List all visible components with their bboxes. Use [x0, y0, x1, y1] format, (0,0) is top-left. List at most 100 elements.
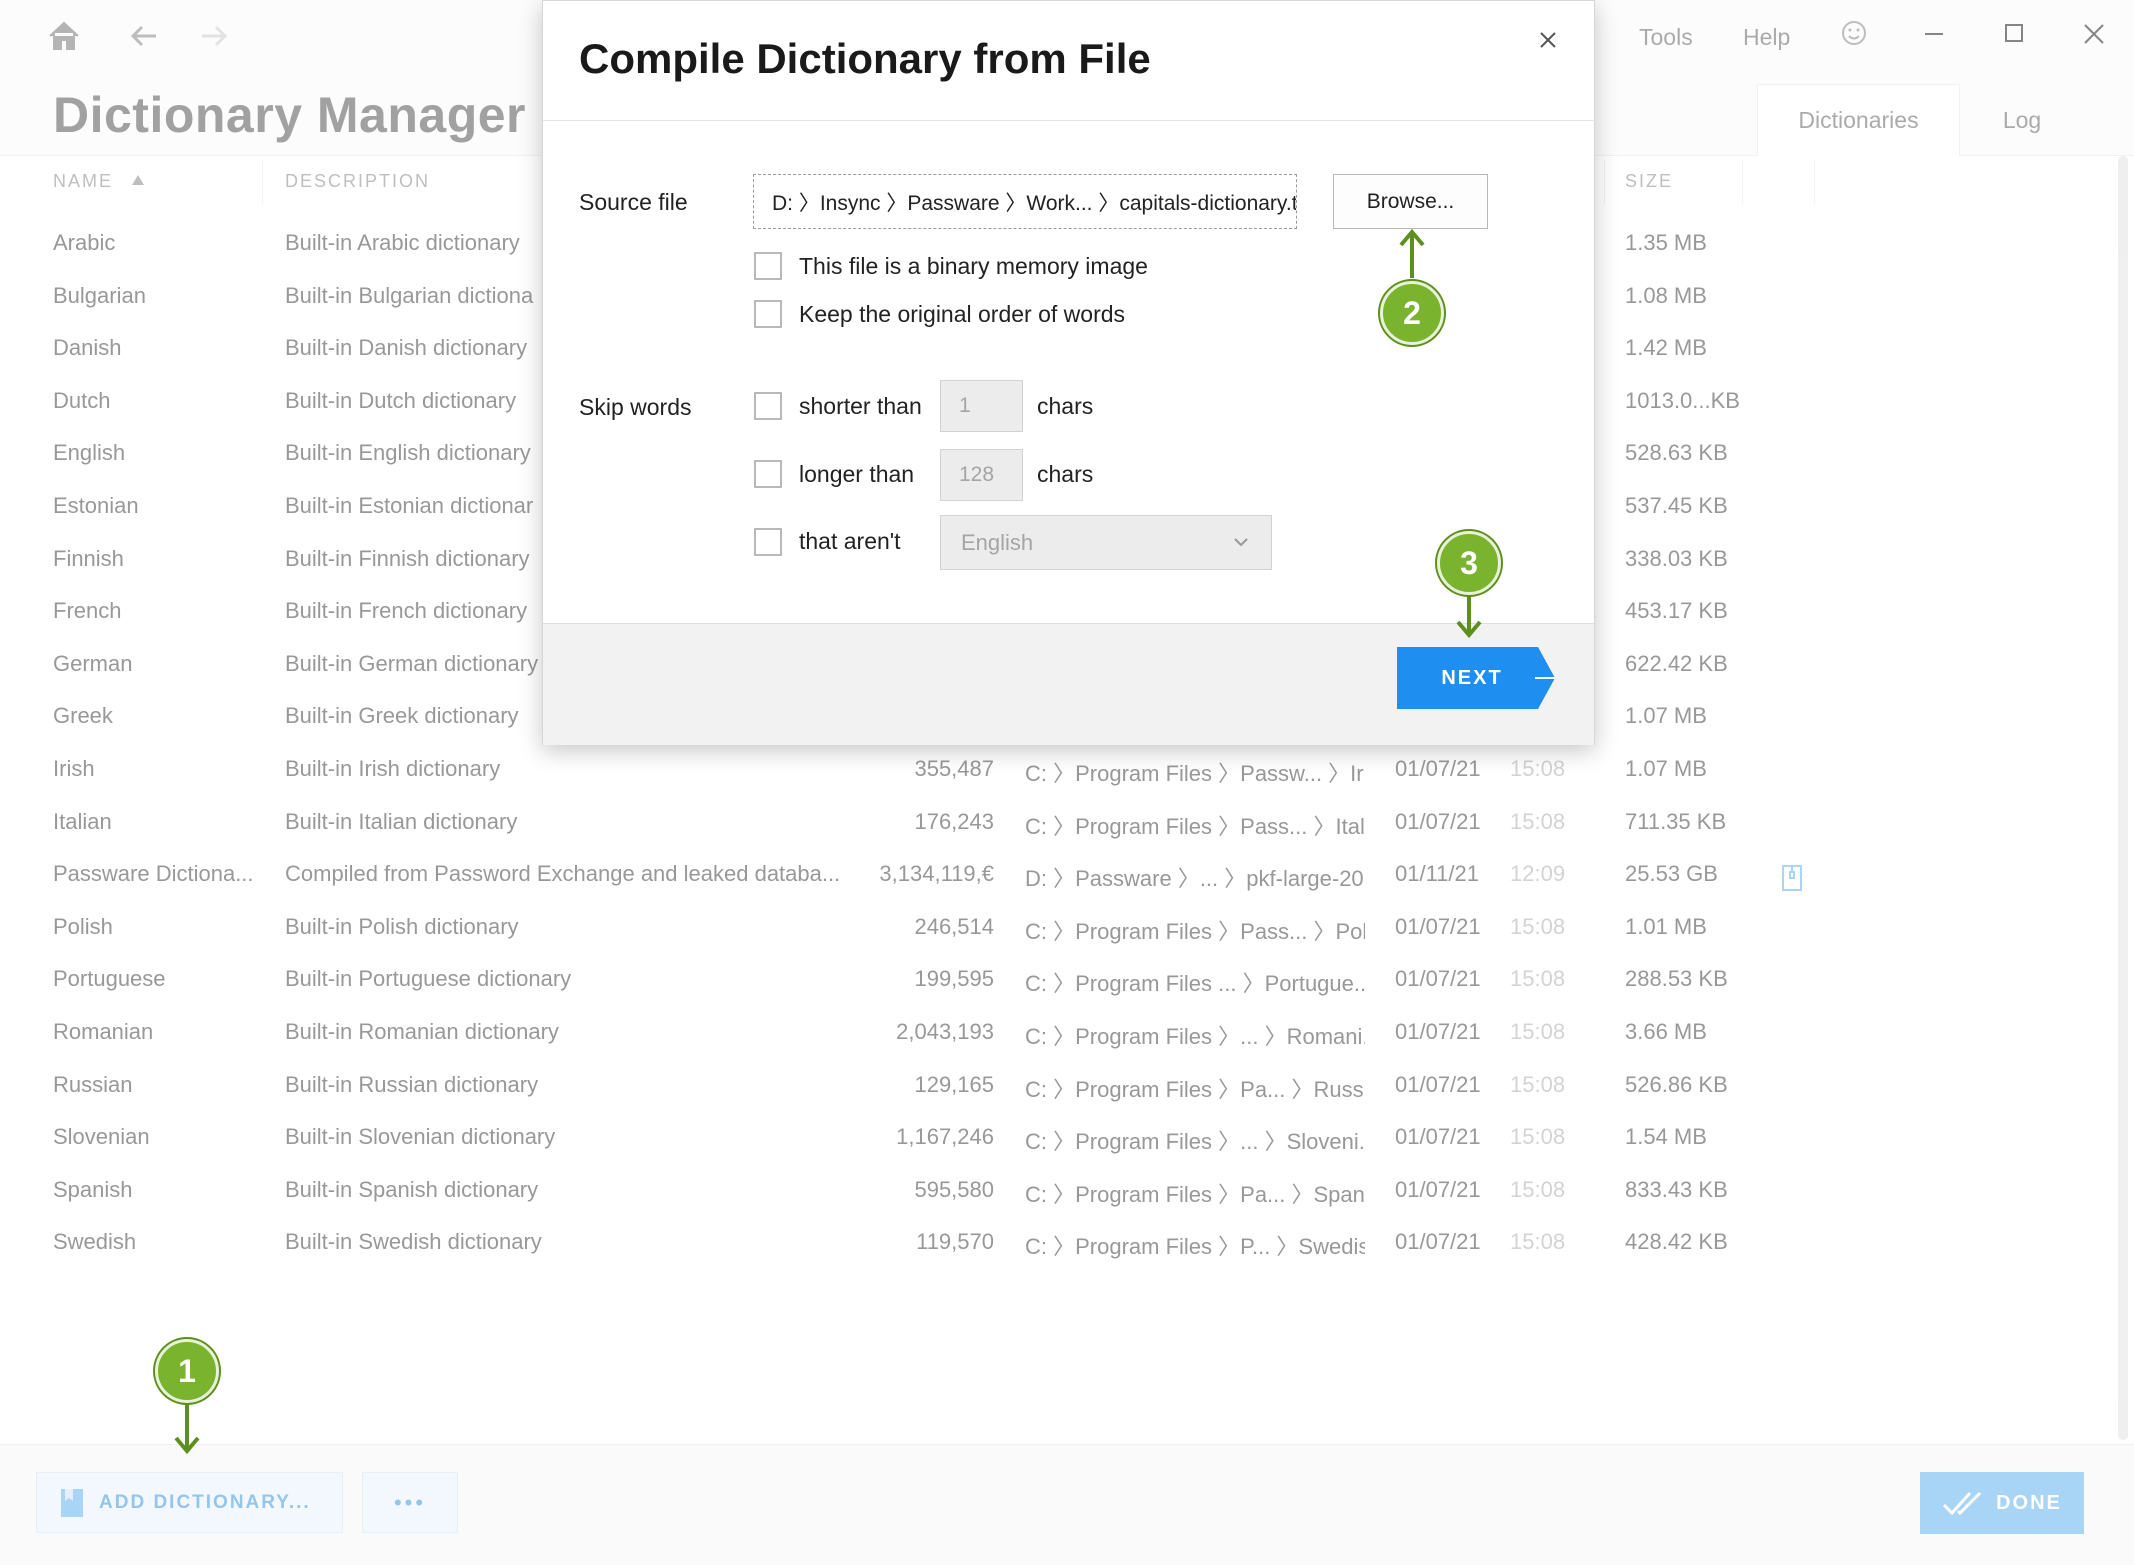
- column-header-description[interactable]: DESCRIPTION: [285, 171, 430, 192]
- cell-name: Danish: [53, 335, 122, 361]
- longer-than-label: longer than: [799, 461, 915, 487]
- browse-button[interactable]: Browse...: [1333, 174, 1488, 229]
- cell-time: 15:08: [1510, 1071, 1566, 1097]
- column-separator: [1604, 160, 1605, 204]
- binary-image-label: This file is a binary memory image: [799, 253, 1148, 279]
- longer-than-checkbox[interactable]: [754, 460, 782, 488]
- cell-path: C: 〉Program Files 〉Passw... 〉Irish: [1025, 761, 1365, 786]
- cell-words: 2,043,193: [896, 1019, 994, 1044]
- cell-name: Slovenian: [53, 1124, 150, 1150]
- table-row[interactable]: Russian Built-in Russian dictionary 129,16…: [0, 1060, 2134, 1112]
- cell-size: 428.42 KB: [1625, 1229, 1728, 1255]
- smiley-icon[interactable]: [1836, 15, 1872, 51]
- cell-name: Finnish: [53, 545, 124, 571]
- maximize-icon[interactable]: [1994, 14, 2034, 54]
- cell-words: 3,134,119,€: [879, 861, 994, 887]
- archive-icon[interactable]: [1780, 864, 1804, 892]
- page-title: Dictionary Manager: [53, 87, 527, 143]
- cell-date: 01/07/21: [1395, 808, 1481, 834]
- cell-size: 1013.0...KB: [1625, 387, 1740, 413]
- column-header-size[interactable]: SIZE: [1625, 171, 1673, 192]
- cell-words: 1,167,246: [896, 1124, 994, 1150]
- table-row[interactable]: Passware Dictiona... Compiled from Passwo…: [0, 849, 2134, 901]
- cell-size: 528.63 KB: [1625, 440, 1728, 466]
- table-row[interactable]: Spanish Built-in Spanish dictionary 595,58…: [0, 1165, 2134, 1217]
- next-button[interactable]: NEXT: [1397, 647, 1557, 709]
- cell-size: 1.01 MB: [1625, 913, 1707, 939]
- shorter-than-checkbox[interactable]: [754, 392, 782, 420]
- table-row[interactable]: Romanian Built-in Romanian dictionary 2,04…: [0, 1007, 2134, 1059]
- cell-description: Built-in Polish dictionary: [285, 913, 519, 939]
- keep-order-checkbox[interactable]: [754, 300, 782, 328]
- skip-words-label: Skip words: [579, 394, 692, 420]
- chevron-down-icon: [1234, 538, 1248, 547]
- table-row[interactable]: Irish Built-in Irish dictionary 355,487 C: …: [0, 744, 2134, 796]
- cell-path: C: 〉Program Files 〉... 〉Romani...: [1025, 1024, 1365, 1049]
- column-header-name[interactable]: NAME: [53, 171, 146, 192]
- table-row[interactable]: Polish Built-in Polish dictionary 246,514 C…: [0, 902, 2134, 954]
- shorter-than-input[interactable]: 1: [940, 380, 1023, 432]
- cell-words: 119,570: [916, 1229, 994, 1255]
- cell-size: 711.35 KB: [1625, 808, 1727, 834]
- more-options-button[interactable]: •••: [362, 1472, 458, 1533]
- table-row[interactable]: Slovenian Built-in Slovenian dictionary 1,…: [0, 1112, 2134, 1164]
- menu-tools[interactable]: Tools: [1639, 24, 1693, 51]
- cell-words: 595,580: [914, 1176, 994, 1202]
- cell-size: 3.66 MB: [1625, 1019, 1707, 1044]
- column-separator: [1742, 160, 1743, 204]
- forward-arrow-icon[interactable]: [194, 16, 234, 56]
- language-select[interactable]: English: [940, 515, 1272, 570]
- tab-dictionaries[interactable]: Dictionaries: [1757, 84, 1960, 156]
- done-button[interactable]: DONE: [1920, 1472, 2084, 1534]
- step-2-arrow: [1399, 228, 1425, 278]
- cell-path: C: 〉Program Files 〉Pass... 〉Italian: [1025, 813, 1365, 839]
- cell-time: 15:08: [1510, 756, 1566, 781]
- menu-help[interactable]: Help: [1743, 24, 1790, 51]
- home-icon[interactable]: [44, 16, 84, 56]
- close-icon[interactable]: [2074, 14, 2114, 54]
- cell-size: 537.45 KB: [1625, 493, 1728, 518]
- shorter-than-label: shorter than: [799, 393, 922, 419]
- cell-description: Built-in Spanish dictionary: [285, 1176, 539, 1202]
- add-dictionary-button[interactable]: ADD DICTIONARY...: [36, 1472, 343, 1533]
- cell-words: 129,165: [914, 1071, 994, 1097]
- language-checkbox[interactable]: [754, 528, 782, 556]
- cell-path: C: 〉Program Files 〉Pa... 〉Spanish: [1025, 1181, 1365, 1207]
- step-3-arrow: [1456, 595, 1482, 639]
- cell-name: Romanian: [53, 1019, 154, 1044]
- longer-than-input[interactable]: 128: [940, 449, 1023, 501]
- dialog-close-icon[interactable]: [1533, 25, 1563, 55]
- scrollbar[interactable]: [2118, 156, 2128, 1440]
- minimize-icon[interactable]: [1914, 14, 1954, 54]
- source-file-label: Source file: [579, 189, 688, 215]
- cell-date: 01/07/21: [1395, 1019, 1481, 1044]
- step-1-callout: 1: [155, 1339, 219, 1403]
- cell-size: 1.42 MB: [1625, 335, 1707, 361]
- tab-log[interactable]: Log: [1960, 84, 2084, 156]
- step-3-callout: 3: [1437, 531, 1501, 595]
- cell-time: 15:08: [1510, 913, 1566, 939]
- cell-name: Spanish: [53, 1176, 133, 1202]
- cell-size: 833.43 KB: [1625, 1176, 1728, 1202]
- step-2-callout: 2: [1380, 281, 1444, 345]
- cell-size: 1.35 MB: [1625, 230, 1707, 255]
- cell-path: C: 〉Program Files 〉Pa... 〉Russian: [1025, 1076, 1365, 1102]
- cell-name: Portuguese: [53, 966, 166, 992]
- cell-date: 01/07/21: [1395, 1124, 1481, 1150]
- cell-name: Passware Dictiona...: [53, 861, 253, 887]
- cell-description: Built-in Swedish dictionary: [285, 1229, 542, 1255]
- back-arrow-icon[interactable]: [124, 16, 164, 56]
- cell-name: French: [53, 598, 122, 624]
- table-row[interactable]: Swedish Built-in Swedish dictionary 119,57…: [0, 1217, 2134, 1269]
- table-row[interactable]: Portuguese Built-in Portuguese dictionary…: [0, 954, 2134, 1006]
- cell-path: C: 〉Program Files 〉... 〉Sloveni...: [1025, 1129, 1365, 1155]
- source-file-path[interactable]: D: 〉Insync 〉Passware 〉Work... 〉capitals-…: [753, 174, 1297, 229]
- step-1-arrow: [174, 1403, 200, 1455]
- table-row[interactable]: Italian Built-in Italian dictionary 176,24…: [0, 797, 2134, 849]
- cell-size: 1.54 MB: [1625, 1124, 1707, 1150]
- cell-time: 15:08: [1510, 966, 1566, 992]
- column-separator: [1814, 160, 1815, 204]
- dialog-title: Compile Dictionary from File: [579, 35, 1151, 82]
- binary-image-checkbox[interactable]: [754, 252, 782, 280]
- cell-name: Swedish: [53, 1229, 137, 1255]
